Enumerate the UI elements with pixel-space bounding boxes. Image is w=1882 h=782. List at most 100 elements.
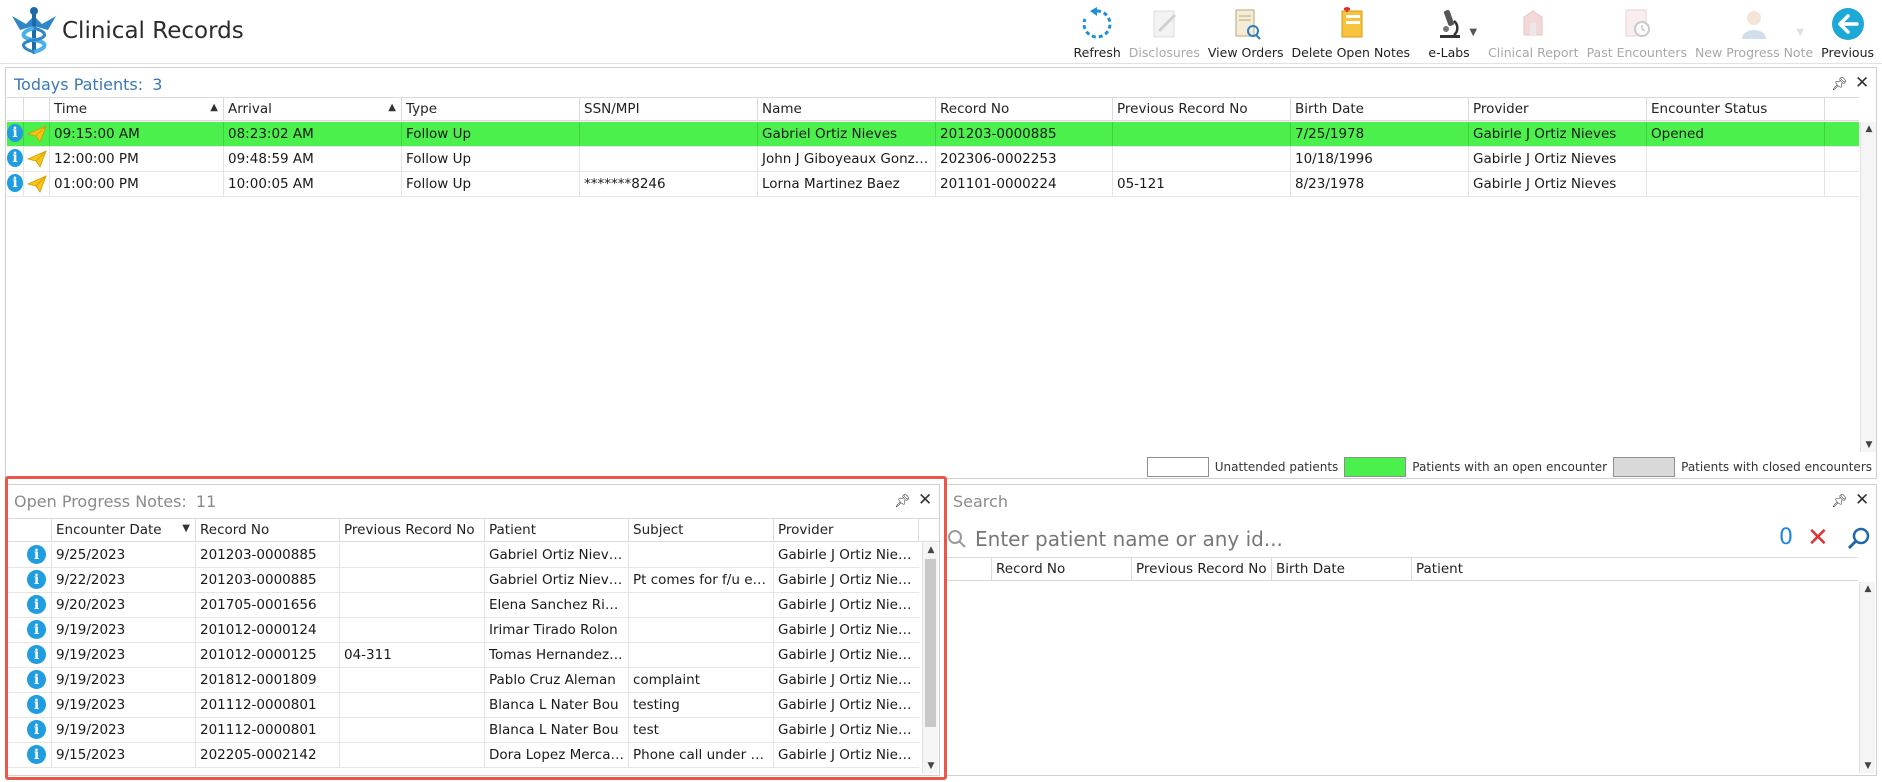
close-icon[interactable]: ✕ bbox=[1855, 490, 1869, 510]
past-encounters-button[interactable]: Past Encounters bbox=[1583, 2, 1691, 62]
info-icon[interactable]: i bbox=[27, 720, 46, 739]
cell-subject: Pt comes for f/u eva... bbox=[629, 568, 774, 592]
e-labs-button[interactable]: ▼ e-Labs bbox=[1414, 2, 1484, 62]
scroll-thumb[interactable] bbox=[925, 559, 936, 727]
info-cell[interactable]: i bbox=[7, 618, 52, 642]
info-cell[interactable]: i bbox=[7, 543, 52, 567]
info-icon[interactable]: i bbox=[27, 620, 46, 639]
col-header-time[interactable]: Time ▲ bbox=[50, 98, 224, 120]
col-header-record-no[interactable]: Record No bbox=[936, 98, 1113, 120]
delete-open-notes-button[interactable]: Delete Open Notes bbox=[1288, 2, 1415, 62]
col-header-type[interactable]: Type bbox=[402, 98, 580, 120]
col-header-provider[interactable]: Provider bbox=[774, 519, 919, 541]
info-cell[interactable]: i bbox=[7, 147, 24, 171]
scroll-down-icon[interactable]: ▼ bbox=[1861, 440, 1877, 450]
col-header-previous-record-no[interactable]: Previous Record No bbox=[340, 519, 485, 541]
info-cell[interactable]: i bbox=[7, 643, 52, 667]
cell-prev: 05-121 bbox=[1113, 172, 1291, 196]
search-input[interactable] bbox=[973, 525, 1733, 553]
col-header-encounter-status[interactable]: Encounter Status bbox=[1647, 98, 1825, 120]
pin-icon[interactable]: 📌︎ bbox=[894, 494, 911, 509]
chevron-down-icon[interactable]: ▼ bbox=[1469, 27, 1477, 38]
note-row[interactable]: i 9/19/2023 201012-0000125 04-311 Tomas Hern… bbox=[7, 643, 919, 668]
info-icon[interactable]: i bbox=[27, 645, 46, 664]
col-header-previous-record-no[interactable]: Previous Record No bbox=[1132, 558, 1272, 580]
note-row[interactable]: i 9/25/2023 201203-0000885 Gabriel Ortiz Ni… bbox=[7, 543, 919, 568]
clinical-report-label: Clinical Report bbox=[1488, 45, 1579, 60]
info-cell[interactable]: i bbox=[7, 172, 24, 196]
cell-subject bbox=[629, 643, 774, 667]
info-icon[interactable]: i bbox=[27, 545, 46, 564]
col-header-encounter-date-label: Encounter Date bbox=[56, 522, 162, 538]
info-cell[interactable]: i bbox=[7, 668, 52, 692]
col-header-subject[interactable]: Subject bbox=[629, 519, 774, 541]
clear-search-icon[interactable]: ✕ bbox=[1807, 523, 1829, 553]
search-go-icon[interactable] bbox=[1847, 526, 1871, 550]
patient-row[interactable]: i 09:15:00 AM 08:23:02 AM Follow Up Gabriel … bbox=[7, 122, 1859, 147]
col-header-patient[interactable]: Patient bbox=[485, 519, 629, 541]
search-scrollbar[interactable]: ▲ ▼ bbox=[1859, 582, 1875, 773]
cell-name: Lorna Martinez Baez bbox=[758, 172, 936, 196]
info-icon[interactable]: i bbox=[27, 695, 46, 714]
chevron-down-icon[interactable]: ▼ bbox=[1796, 27, 1804, 38]
disclosures-button[interactable]: Disclosures bbox=[1125, 2, 1204, 62]
new-progress-note-label: New Progress Note bbox=[1695, 45, 1814, 60]
cell-prev bbox=[340, 618, 485, 642]
col-header-patient[interactable]: Patient bbox=[1412, 558, 1858, 580]
col-header-provider[interactable]: Provider bbox=[1469, 98, 1647, 120]
patient-row[interactable]: i 01:00:00 PM 10:00:05 AM Follow Up *******8… bbox=[7, 172, 1859, 197]
info-cell[interactable]: i bbox=[7, 122, 24, 146]
col-header-record-no[interactable]: Record No bbox=[992, 558, 1132, 580]
col-header-birth-date[interactable]: Birth Date bbox=[1291, 98, 1469, 120]
info-cell[interactable]: i bbox=[7, 718, 52, 742]
info-cell[interactable]: i bbox=[7, 593, 52, 617]
scroll-up-icon[interactable]: ▲ bbox=[923, 545, 939, 555]
col-header-info bbox=[7, 98, 24, 120]
cell-prev bbox=[340, 593, 485, 617]
col-header-previous-record-no[interactable]: Previous Record No bbox=[1113, 98, 1291, 120]
new-progress-note-button[interactable]: ▼ New Progress Note bbox=[1691, 2, 1817, 62]
close-icon[interactable]: ✕ bbox=[918, 490, 932, 510]
col-header-encounter-date[interactable]: Encounter Date ▼ bbox=[52, 519, 196, 541]
previous-button[interactable]: Previous bbox=[1817, 2, 1882, 62]
note-row[interactable]: i 9/19/2023 201012-0000124 Irimar Tirado Ro… bbox=[7, 618, 919, 643]
info-icon[interactable]: i bbox=[27, 745, 46, 764]
note-row[interactable]: i 9/19/2023 201112-0000801 Blanca L Nater B… bbox=[7, 693, 919, 718]
pin-icon[interactable]: 📌︎ bbox=[1831, 77, 1848, 92]
scroll-up-icon[interactable]: ▲ bbox=[1860, 584, 1876, 594]
notes-scrollbar[interactable]: ▲ ▼ bbox=[922, 543, 938, 773]
open-progress-notes-label: Open Progress Notes: bbox=[14, 492, 187, 511]
cell-prev bbox=[1113, 122, 1291, 146]
scroll-up-icon[interactable]: ▲ bbox=[1861, 124, 1877, 134]
note-row[interactable]: i 9/19/2023 201812-0001809 Pablo Cruz Alema… bbox=[7, 668, 919, 693]
close-icon[interactable]: ✕ bbox=[1855, 73, 1869, 93]
note-row[interactable]: i 9/22/2023 201203-0000885 Gabriel Ortiz Ni… bbox=[7, 568, 919, 593]
clinical-report-button[interactable]: Clinical Report bbox=[1484, 2, 1583, 62]
delete-notes-icon bbox=[1341, 7, 1363, 38]
info-cell[interactable]: i bbox=[7, 693, 52, 717]
col-header-arrival[interactable]: Arrival ▲ bbox=[224, 98, 402, 120]
note-row[interactable]: i 9/20/2023 201705-0001656 Elena Sanchez Ri… bbox=[7, 593, 919, 618]
info-icon[interactable]: i bbox=[7, 149, 23, 167]
info-cell[interactable]: i bbox=[7, 568, 52, 592]
info-icon[interactable]: i bbox=[27, 670, 46, 689]
scroll-down-icon[interactable]: ▼ bbox=[923, 761, 939, 771]
refresh-button[interactable]: Refresh bbox=[1070, 2, 1125, 62]
info-icon[interactable]: i bbox=[7, 124, 23, 142]
view-orders-button[interactable]: View Orders bbox=[1204, 2, 1288, 62]
pin-icon[interactable]: 📌︎ bbox=[1831, 494, 1848, 509]
scroll-down-icon[interactable]: ▼ bbox=[1860, 761, 1876, 771]
todays-scrollbar[interactable]: ▲ ▼ bbox=[1860, 122, 1876, 452]
col-header-record-no[interactable]: Record No bbox=[196, 519, 340, 541]
todays-patients-label: Todays Patients: bbox=[14, 75, 144, 94]
info-icon[interactable]: i bbox=[27, 595, 46, 614]
info-icon[interactable]: i bbox=[7, 174, 23, 192]
info-cell[interactable]: i bbox=[7, 743, 52, 767]
col-header-name[interactable]: Name bbox=[758, 98, 936, 120]
patient-row[interactable]: i 12:00:00 PM 09:48:59 AM Follow Up John J G… bbox=[7, 147, 1859, 172]
info-icon[interactable]: i bbox=[27, 570, 46, 589]
note-row[interactable]: i 9/15/2023 202205-0002142 Dora Lopez Merca… bbox=[7, 743, 919, 768]
col-header-ssn[interactable]: SSN/MPI bbox=[580, 98, 758, 120]
note-row[interactable]: i 9/19/2023 201112-0000801 Blanca L Nater B… bbox=[7, 718, 919, 743]
col-header-birth-date[interactable]: Birth Date bbox=[1272, 558, 1412, 580]
